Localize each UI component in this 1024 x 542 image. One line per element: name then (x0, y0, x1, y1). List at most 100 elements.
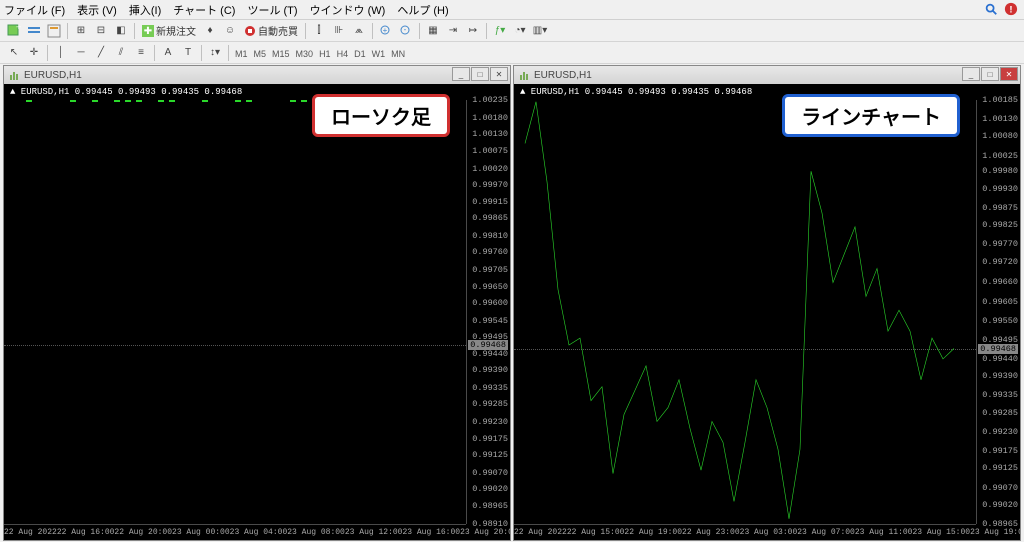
arrows-icon[interactable]: ↕▾ (206, 44, 224, 62)
alert-icon[interactable]: ! (1004, 2, 1018, 16)
toolbar-main: + ⊞ ⊟ ◧ ✚新規注文 ♦ ☺ 自動売買 ⫿ ⊪ ⩕ + - ▦ ⇥ ↦ ƒ… (0, 20, 1024, 42)
cursor-icon[interactable]: ↖ (5, 44, 23, 62)
shift-icon[interactable]: ↦ (464, 22, 482, 40)
menu-chart[interactable]: チャート (C) (173, 2, 235, 18)
channel-icon[interactable]: ⫽ (112, 44, 130, 62)
terminal-icon[interactable]: ⊟ (92, 22, 110, 40)
y-tick: 0.99760 (472, 247, 508, 257)
chart-title-text: EURUSD,H1 (534, 70, 592, 81)
y-tick: 0.99175 (472, 434, 508, 444)
autoscroll-icon[interactable]: ⇥ (444, 22, 462, 40)
y-tick: 0.99335 (472, 383, 508, 393)
market-watch-icon[interactable] (45, 22, 63, 40)
y-tick: 0.99175 (982, 446, 1018, 456)
auto-trade-button[interactable]: 自動売買 (244, 23, 298, 38)
timeframe-M15[interactable]: M15 (269, 49, 293, 59)
y-tick: 0.99875 (982, 203, 1018, 213)
ohlc-info-right: ▲ EURUSD,H1 0.99445 0.99493 0.99435 0.99… (520, 87, 752, 97)
chart-area-right[interactable]: ▲ EURUSD,H1 0.99445 0.99493 0.99435 0.99… (514, 84, 1020, 540)
x-tick: 23 Aug 19:00 (970, 528, 1020, 537)
vline-icon[interactable]: │ (52, 44, 70, 62)
timeframe-M5[interactable]: M5 (251, 49, 270, 59)
fibo-icon[interactable]: ≡ (132, 44, 150, 62)
minimize-button[interactable]: _ (962, 67, 980, 81)
text-icon[interactable]: A (159, 44, 177, 62)
line-chart-icon[interactable]: ⩕ (350, 22, 368, 40)
bar-chart-icon[interactable]: ⫿ (310, 22, 328, 40)
timeframe-M30[interactable]: M30 (293, 49, 317, 59)
toolbar-draw: ↖ ✛ │ ─ ╱ ⫽ ≡ A T ↕▾ M1M5M15M30H1H4D1W1M… (0, 42, 1024, 64)
zoom-out-icon[interactable]: - (397, 22, 415, 40)
menu-view[interactable]: 表示 (V) (77, 2, 117, 18)
y-tick: 0.99070 (982, 483, 1018, 493)
x-tick: 23 Aug 08:00 (287, 528, 345, 537)
chart-area-left[interactable]: ▲ EURUSD,H1 0.99445 0.99493 0.99435 0.99… (4, 84, 510, 540)
svg-text:✚: ✚ (144, 26, 152, 37)
close-button[interactable]: ✕ (490, 67, 508, 81)
timeframe-D1[interactable]: D1 (351, 49, 369, 59)
menu-window[interactable]: ウインドウ (W) (310, 2, 386, 18)
x-tick: 23 Aug 00:00 (172, 528, 230, 537)
y-tick: 0.99390 (472, 365, 508, 375)
timeframe-M1[interactable]: M1 (232, 49, 251, 59)
timeframe-MN[interactable]: MN (388, 49, 408, 59)
new-chart-icon[interactable]: + (5, 22, 23, 40)
y-tick: 1.00235 (472, 95, 508, 105)
periods-icon[interactable]: ◔▾ (511, 22, 529, 40)
candle-chart-icon[interactable]: ⊪ (330, 22, 348, 40)
text-label-icon[interactable]: T (179, 44, 197, 62)
menu-tool[interactable]: ツール (T) (247, 2, 297, 18)
y-tick: 0.99440 (982, 354, 1018, 364)
x-tick: 22 Aug 19:00 (624, 528, 682, 537)
y-tick: 0.99770 (982, 239, 1018, 249)
y-tick: 0.99230 (982, 427, 1018, 437)
y-axis-left: 1.002351.001801.001301.000751.000200.999… (466, 100, 510, 524)
menu-insert[interactable]: 挿入(I) (129, 2, 161, 18)
y-tick: 0.99230 (472, 417, 508, 427)
templates-icon[interactable]: ▥▾ (531, 22, 549, 40)
price-tag: 0.99468 (468, 340, 508, 350)
timeframe-H1[interactable]: H1 (316, 49, 334, 59)
y-tick: 0.99070 (472, 468, 508, 478)
strategy-icon[interactable]: ◧ (112, 22, 130, 40)
maximize-button[interactable]: □ (981, 67, 999, 81)
zoom-in-icon[interactable]: + (377, 22, 395, 40)
metaquotes-icon[interactable]: ♦ (201, 22, 219, 40)
tile-icon[interactable]: ▦ (424, 22, 442, 40)
profiles-icon[interactable] (25, 22, 43, 40)
x-tick: 22 Aug 15:00 (567, 528, 625, 537)
minimize-button[interactable]: _ (452, 67, 470, 81)
y-tick: 0.98965 (472, 501, 508, 511)
price-tag: 0.99468 (978, 344, 1018, 354)
hline-icon[interactable]: ─ (72, 44, 90, 62)
timeframe-W1[interactable]: W1 (369, 49, 389, 59)
nav-icon[interactable]: ⊞ (72, 22, 90, 40)
y-tick: 0.99825 (982, 220, 1018, 230)
x-tick: 23 Aug 07:00 (797, 528, 855, 537)
menu-help[interactable]: ヘルプ (H) (397, 2, 448, 18)
chart-titlebar-left[interactable]: EURUSD,H1 _ □ ✕ (4, 66, 510, 84)
menu-file[interactable]: ファイル (F) (4, 2, 65, 18)
y-tick: 1.00025 (982, 151, 1018, 161)
indicators-icon[interactable]: ƒ▾ (491, 22, 509, 40)
y-tick: 0.99390 (982, 371, 1018, 381)
trendline-icon[interactable]: ╱ (92, 44, 110, 62)
search-icon[interactable] (984, 2, 998, 16)
x-tick: 22 Aug 2022 (4, 528, 57, 537)
maximize-button[interactable]: □ (471, 67, 489, 81)
y-tick: 0.99720 (982, 257, 1018, 267)
expert-icon[interactable]: ☺ (221, 22, 239, 40)
y-tick: 0.99020 (982, 500, 1018, 510)
new-order-button[interactable]: ✚新規注文 (142, 23, 196, 38)
chart-titlebar-right[interactable]: EURUSD,H1 _ □ ✕ (514, 66, 1020, 84)
y-tick: 1.00130 (472, 129, 508, 139)
x-tick: 23 Aug 04:00 (230, 528, 288, 537)
crosshair-icon[interactable]: ✛ (25, 44, 43, 62)
close-button[interactable]: ✕ (1000, 67, 1018, 81)
x-axis-right: 22 Aug 202222 Aug 15:0022 Aug 19:0022 Au… (514, 524, 976, 540)
y-tick: 0.99650 (472, 282, 508, 292)
x-tick: 23 Aug 20:00 (460, 528, 510, 537)
x-tick: 23 Aug 12:00 (345, 528, 403, 537)
timeframe-H4[interactable]: H4 (334, 49, 352, 59)
ohlc-info-left: ▲ EURUSD,H1 0.99445 0.99493 0.99435 0.99… (10, 87, 242, 97)
